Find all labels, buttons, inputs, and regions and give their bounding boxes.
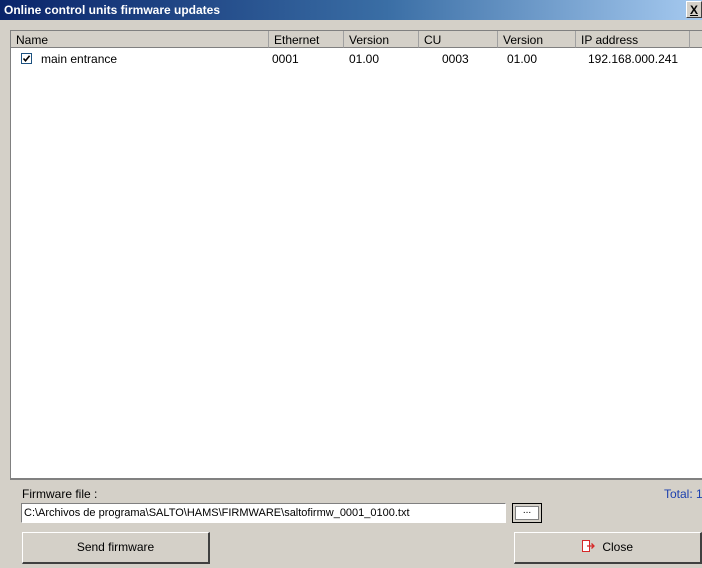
column-header-name[interactable]: Name [11, 31, 269, 48]
column-header-cu[interactable]: CU [419, 31, 498, 48]
total-count: Total: 1 [664, 487, 702, 501]
window-close-button[interactable]: X [686, 1, 702, 18]
browse-button-label: ... [515, 506, 539, 520]
send-firmware-button[interactable]: Send firmware [22, 532, 210, 564]
close-button-label: Close [602, 540, 634, 554]
list-row[interactable]: main entrance 0001 01.00 0003 01.00 192.… [11, 50, 702, 68]
row-cu: 0003 [442, 52, 469, 66]
firmware-file-label: Firmware file : [22, 487, 98, 501]
close-button[interactable]: Close [514, 532, 702, 564]
list-bottom-edge [10, 478, 702, 480]
column-header-version[interactable]: Version [344, 31, 419, 48]
column-header-ethernet[interactable]: Ethernet [269, 31, 344, 48]
check-icon [22, 55, 31, 63]
column-header-filler [690, 31, 702, 48]
exit-door-icon [581, 534, 595, 562]
window-title: Online control units firmware updates [4, 3, 221, 17]
row-ethernet: 0001 [272, 52, 299, 66]
row-cu-version: 01.00 [507, 52, 538, 66]
title-bar: Online control units firmware updates X [0, 0, 702, 20]
browse-button[interactable]: ... [512, 503, 542, 523]
row-ethernet-version: 01.00 [349, 52, 380, 66]
send-firmware-label: Send firmware [76, 540, 155, 554]
row-checkbox[interactable] [21, 53, 32, 64]
list-header: Name Ethernet Version CU Version IP addr… [11, 31, 702, 48]
firmware-path-input[interactable] [21, 503, 506, 523]
column-header-cu-version[interactable]: Version [498, 31, 576, 48]
row-ip-address: 192.168.000.241 [588, 52, 679, 66]
column-header-ip-address[interactable]: IP address [576, 31, 690, 48]
control-units-list[interactable]: Name Ethernet Version CU Version IP addr… [10, 30, 702, 478]
row-name: main entrance [41, 52, 118, 66]
